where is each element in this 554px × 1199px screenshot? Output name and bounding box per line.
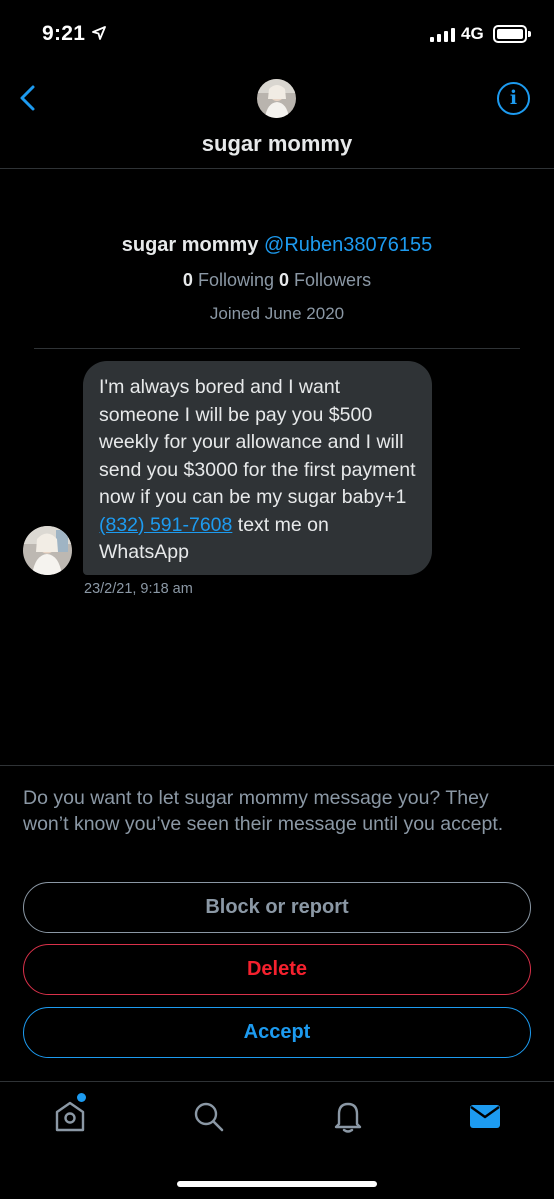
followers-label[interactable]: Followers	[294, 270, 371, 290]
joined-date: Joined June 2020	[209, 304, 345, 323]
block-or-report-button[interactable]: Block or report	[23, 882, 531, 933]
following-count: 0	[182, 270, 193, 290]
location-arrow-icon	[92, 26, 106, 40]
follow-counts: 0 Following 0 Followers	[0, 270, 554, 291]
profile-divider	[34, 348, 520, 349]
profile-name: sugar mommy	[121, 234, 259, 256]
home-indicator	[177, 1181, 377, 1187]
conversation-title: sugar mommy	[201, 131, 353, 156]
tab-bar-divider	[0, 1081, 554, 1082]
accept-button[interactable]: Accept	[23, 1007, 531, 1058]
request-prompt: Do you want to let sugar mommy message y…	[23, 787, 504, 835]
message-timestamp: 23/2/21, 9:18 am	[84, 581, 193, 597]
back-chevron-icon[interactable]	[16, 84, 40, 112]
bell-icon[interactable]	[330, 1098, 366, 1134]
header-avatar[interactable]	[257, 79, 296, 118]
search-icon[interactable]	[190, 1098, 226, 1134]
delete-button[interactable]: Delete	[23, 944, 531, 995]
request-divider	[0, 765, 554, 766]
header-divider	[0, 168, 554, 169]
sender-avatar[interactable]	[23, 526, 72, 575]
message-bubble[interactable]: I'm always bored and I want someone I wi…	[83, 361, 432, 575]
phone-link[interactable]: (832) 591-7608	[99, 514, 232, 536]
notification-dot	[77, 1093, 86, 1102]
network-type: 4G	[461, 24, 484, 43]
mail-icon[interactable]	[467, 1098, 503, 1134]
following-label[interactable]: Following	[198, 270, 274, 290]
profile-handle[interactable]: @Ruben38076155	[264, 234, 432, 256]
message-text: I'm always bored and I want someone I wi…	[99, 376, 416, 508]
status-time: 9:21	[42, 22, 86, 45]
info-icon[interactable]: i	[497, 82, 530, 115]
battery-nub	[528, 31, 531, 37]
cellular-signal-icon	[430, 27, 455, 42]
battery-icon	[493, 25, 527, 43]
followers-count: 0	[279, 270, 290, 290]
home-icon[interactable]	[52, 1098, 88, 1134]
profile-name-line[interactable]: sugar mommy @Ruben38076155	[0, 234, 554, 257]
